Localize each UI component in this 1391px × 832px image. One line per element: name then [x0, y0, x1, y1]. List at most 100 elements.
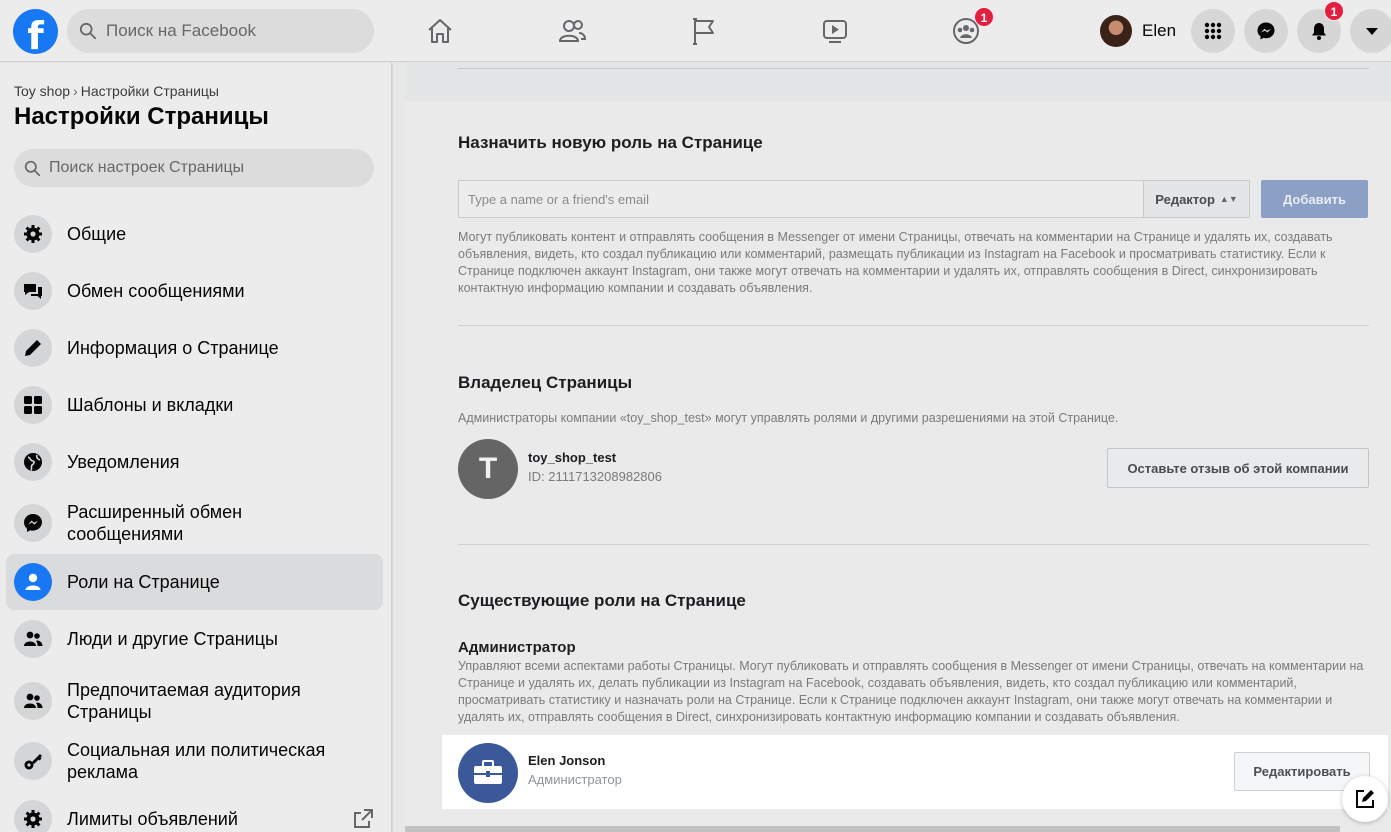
- compose-icon: [1356, 790, 1374, 808]
- avatar: [1100, 15, 1132, 47]
- page-title: Настройки Страницы: [14, 103, 269, 130]
- friends-icon: [558, 20, 587, 42]
- settings-search-placeholder: Поиск настроек Страницы: [49, 159, 245, 176]
- sidebar-scrollbar[interactable]: [392, 63, 405, 832]
- people-icon: [14, 620, 52, 658]
- member-name[interactable]: Elen Jonson: [528, 753, 605, 768]
- profile-shortcut[interactable]: Elen: [1096, 12, 1184, 50]
- owner-name[interactable]: toy_shop_test: [528, 450, 616, 465]
- sidebar-item-people-pages[interactable]: Люди и другие Страницы: [6, 611, 383, 667]
- settings-sidebar: Toy shop › Настройки Страницы Настройки Ст…: [0, 63, 392, 832]
- sidebar-item-templates-tabs[interactable]: Шаблоны и вкладки: [6, 377, 383, 433]
- sidebar-item-label: Предпочитаемая аудитория Страницы: [67, 680, 301, 722]
- sidebar-item-advanced-messaging[interactable]: Расширенный обмен сообщениями: [6, 491, 383, 555]
- search-placeholder: Поиск на Facebook: [106, 21, 257, 40]
- sidebar-item-label: Общие: [67, 224, 127, 244]
- review-business-button-label: Оставьте отзыв об этой компании: [1127, 460, 1349, 476]
- notifications-button[interactable]: 1: [1297, 1, 1344, 53]
- search-icon: [24, 160, 41, 176]
- sidebar-item-page-info[interactable]: Информация о Странице: [6, 320, 383, 376]
- sidebar-item-label: Социальная или политическая реклама: [67, 740, 326, 782]
- assign-role-description: Могут публиковать контент и отправлять с…: [458, 230, 1333, 295]
- owner-id: ID: 2111713208982806: [528, 469, 662, 484]
- new-message-button[interactable]: [1342, 776, 1388, 822]
- sidebar-item-label: Роли на Странице: [67, 572, 220, 592]
- sidebar-item-notifications[interactable]: Уведомления: [6, 434, 383, 490]
- edit-role-button-label: Редактировать: [1253, 764, 1351, 779]
- divider: [458, 325, 1369, 326]
- grid-tiles-icon: [14, 386, 52, 424]
- add-role-button[interactable]: Добавить: [1261, 180, 1368, 218]
- menu-button[interactable]: [1191, 9, 1235, 53]
- owner-title: Владелец Страницы: [458, 373, 633, 392]
- page-roles-card: Назначить новую роль на Странице Type a …: [405, 101, 1391, 832]
- main-content: Назначить новую роль на Странице Type a …: [405, 63, 1391, 832]
- role-name-placeholder: Type a name or a friend's email: [468, 192, 649, 207]
- notifications-badge: 1: [1324, 1, 1344, 21]
- messenger-icon: [14, 504, 52, 542]
- horizontal-scrollbar[interactable]: [405, 826, 1340, 832]
- admin-heading: Администратор: [458, 639, 576, 656]
- sidebar-item-label: Информация о Странице: [67, 338, 279, 358]
- role-name-input[interactable]: Type a name or a friend's email: [458, 180, 1144, 218]
- nav-watch[interactable]: [807, 9, 863, 53]
- sidebar-item-label: Шаблоны и вкладки: [67, 395, 234, 415]
- sidebar-item-label: Обмен сообщениями: [67, 281, 245, 301]
- chat-bubbles-icon: [14, 272, 52, 310]
- facebook-logo-letter: f: [27, 14, 44, 54]
- account-button[interactable]: [1350, 9, 1391, 53]
- profile-name: Elen: [1142, 21, 1177, 40]
- admin-member-row: Elen Jonson Администратор Редактировать: [442, 735, 1388, 809]
- caret-down-icon: [1366, 28, 1378, 35]
- watch-icon: [823, 20, 847, 43]
- menu-grid-icon: [1204, 22, 1222, 40]
- breadcrumb-current: Настройки Страницы: [80, 83, 219, 99]
- messenger-button[interactable]: [1244, 9, 1288, 53]
- role-select-value: Редактор: [1155, 191, 1215, 207]
- role-select[interactable]: Редактор ▲▼: [1143, 180, 1250, 218]
- messenger-icon: [1257, 22, 1275, 40]
- globe-icon: [14, 443, 52, 481]
- assign-role-title: Назначить новую роль на Странице: [458, 133, 763, 152]
- sidebar-item-ad-limits[interactable]: Лимиты объявлений: [6, 791, 383, 832]
- pages-flag-icon: [693, 18, 714, 45]
- bell-icon: [1312, 23, 1326, 40]
- key-icon: [14, 742, 52, 780]
- sidebar-item-label: Лимиты объявлений: [67, 809, 238, 829]
- search-icon: [79, 22, 97, 40]
- sidebar-item-preferred-audience[interactable]: Предпочитаемая аудитория Страницы: [6, 669, 383, 733]
- business-avatar: [458, 743, 518, 803]
- review-business-button[interactable]: Оставьте отзыв об этой компании: [1107, 448, 1369, 488]
- admin-description: Управляют всеми аспектами работы Страниц…: [458, 659, 1364, 724]
- divider: [458, 544, 1369, 545]
- breadcrumb-separator: ›: [73, 83, 78, 99]
- gear-icon: [14, 800, 52, 832]
- nav-groups[interactable]: 1: [938, 7, 994, 53]
- briefcase-icon: [474, 760, 502, 784]
- owner-description: Администраторы компании «toy_shop_test» …: [458, 411, 1119, 425]
- nav-home[interactable]: [412, 9, 468, 53]
- sidebar-item-general[interactable]: Общие: [6, 206, 383, 262]
- select-arrows-icon: ▲▼: [1219, 194, 1238, 204]
- member-role: Администратор: [528, 772, 622, 787]
- add-role-button-label: Добавить: [1283, 191, 1346, 207]
- sidebar-item-label: Расширенный обмен сообщениями: [67, 502, 243, 544]
- previous-section-edge: [405, 63, 1391, 101]
- sidebar-item-page-roles[interactable]: Роли на Странице: [6, 554, 383, 610]
- breadcrumb: Toy shop › Настройки Страницы: [14, 83, 219, 99]
- home-icon: [428, 19, 452, 43]
- settings-search-input[interactable]: Поиск настроек Страницы: [14, 149, 374, 187]
- nav-pages[interactable]: [676, 9, 732, 53]
- sidebar-item-political-ads[interactable]: Социальная или политическая реклама: [6, 729, 383, 793]
- existing-roles-title: Существующие роли на Странице: [458, 591, 746, 610]
- facebook-logo[interactable]: f: [13, 9, 58, 54]
- pencil-icon: [14, 329, 52, 367]
- nav-friends[interactable]: [544, 9, 600, 53]
- breadcrumb-page-link[interactable]: Toy shop: [14, 83, 70, 99]
- top-navigation-bar: f Поиск на Facebook 1 Elen 1: [0, 0, 1391, 62]
- gear-icon: [14, 215, 52, 253]
- external-link-icon: [354, 809, 373, 828]
- divider: [458, 68, 1369, 69]
- sidebar-item-messaging[interactable]: Обмен сообщениями: [6, 263, 383, 319]
- facebook-search-input[interactable]: Поиск на Facebook: [67, 9, 374, 53]
